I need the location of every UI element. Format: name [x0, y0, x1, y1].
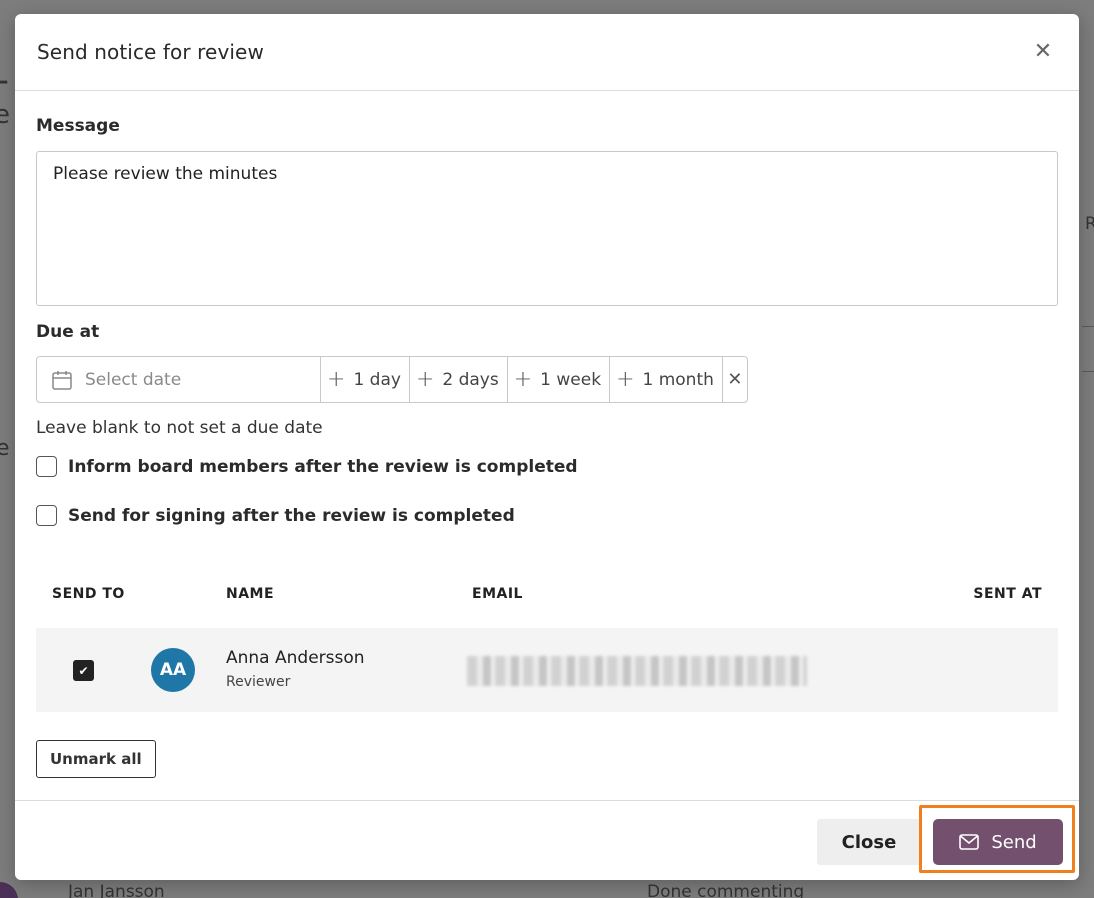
send-button[interactable]: Send — [933, 819, 1063, 865]
quick-option-label: 1 week — [540, 369, 602, 390]
inform-board-label: Inform board members after the review is… — [68, 456, 578, 477]
date-placeholder: Select date — [85, 369, 182, 390]
modal-title: Send notice for review — [37, 40, 264, 64]
bg-avatar — [0, 882, 18, 898]
table-row: ✔ AA Anna Andersson Reviewer — [36, 628, 1058, 712]
recipients-table: SEND TO NAME EMAIL SENT AT ✔ AA Anna And… — [36, 582, 1058, 712]
send-button-label: Send — [991, 831, 1037, 853]
calendar-icon — [52, 370, 72, 390]
plus-icon: + — [513, 367, 533, 392]
avatar: AA — [151, 648, 195, 692]
header-send-to: SEND TO — [52, 586, 125, 602]
bg-fragment: e — [0, 436, 10, 461]
modal-header: Send notice for review ✕ — [15, 14, 1079, 91]
bg-divider — [1082, 326, 1094, 327]
inform-board-checkbox[interactable] — [36, 456, 57, 477]
add-2-days-button[interactable]: + 2 days — [410, 357, 508, 402]
recipient-role: Reviewer — [226, 674, 291, 690]
due-at-label: Due at — [36, 322, 100, 342]
send-to-checkbox[interactable]: ✔ — [73, 660, 94, 681]
add-1-day-button[interactable]: + 1 day — [321, 357, 410, 402]
bg-fragment: R — [1085, 214, 1094, 234]
plus-icon: + — [327, 367, 346, 392]
plus-icon: + — [616, 367, 635, 392]
header-sent-at: SENT AT — [973, 586, 1042, 602]
plus-icon: + — [415, 367, 435, 392]
table-header: SEND TO NAME EMAIL SENT AT — [36, 582, 1058, 610]
header-name: NAME — [226, 586, 275, 602]
send-for-signing-label: Send for signing after the review is com… — [68, 505, 515, 526]
bg-row-status: Done commenting — [647, 882, 805, 898]
close-icon[interactable]: ✕ — [1029, 38, 1057, 66]
mail-icon — [959, 834, 980, 850]
due-date-hint: Leave blank to not set a due date — [36, 418, 323, 438]
send-notice-modal: Send notice for review ✕ Message Please … — [15, 14, 1079, 880]
message-input[interactable]: Please review the minutes — [36, 151, 1058, 306]
quick-option-label: 2 days — [442, 369, 499, 390]
header-email: EMAIL — [472, 586, 523, 602]
bg-divider — [1082, 371, 1094, 372]
quick-option-label: 1 day — [353, 369, 401, 390]
send-for-signing-option[interactable]: Send for signing after the review is com… — [36, 505, 515, 526]
quick-option-label: 1 month — [642, 369, 714, 390]
bg-fragment: - — [0, 60, 9, 101]
close-button[interactable]: Close — [817, 819, 921, 865]
send-for-signing-checkbox[interactable] — [36, 505, 57, 526]
date-input[interactable]: Select date — [37, 357, 321, 402]
message-label: Message — [36, 116, 120, 136]
recipient-name: Anna Andersson — [226, 648, 365, 668]
bg-row-name: Jan Jansson — [68, 882, 165, 898]
modal-footer: Close Send — [15, 800, 1079, 880]
add-1-week-button[interactable]: + 1 week — [508, 357, 611, 402]
bg-fragment: e — [0, 100, 10, 130]
due-date-group: Select date + 1 day + 2 days + 1 week + … — [36, 356, 748, 403]
clear-date-icon[interactable]: ✕ — [723, 357, 747, 402]
recipient-email-redacted — [467, 656, 807, 686]
add-1-month-button[interactable]: + 1 month — [610, 357, 723, 402]
inform-board-option[interactable]: Inform board members after the review is… — [36, 456, 578, 477]
unmark-all-button[interactable]: Unmark all — [36, 740, 156, 778]
